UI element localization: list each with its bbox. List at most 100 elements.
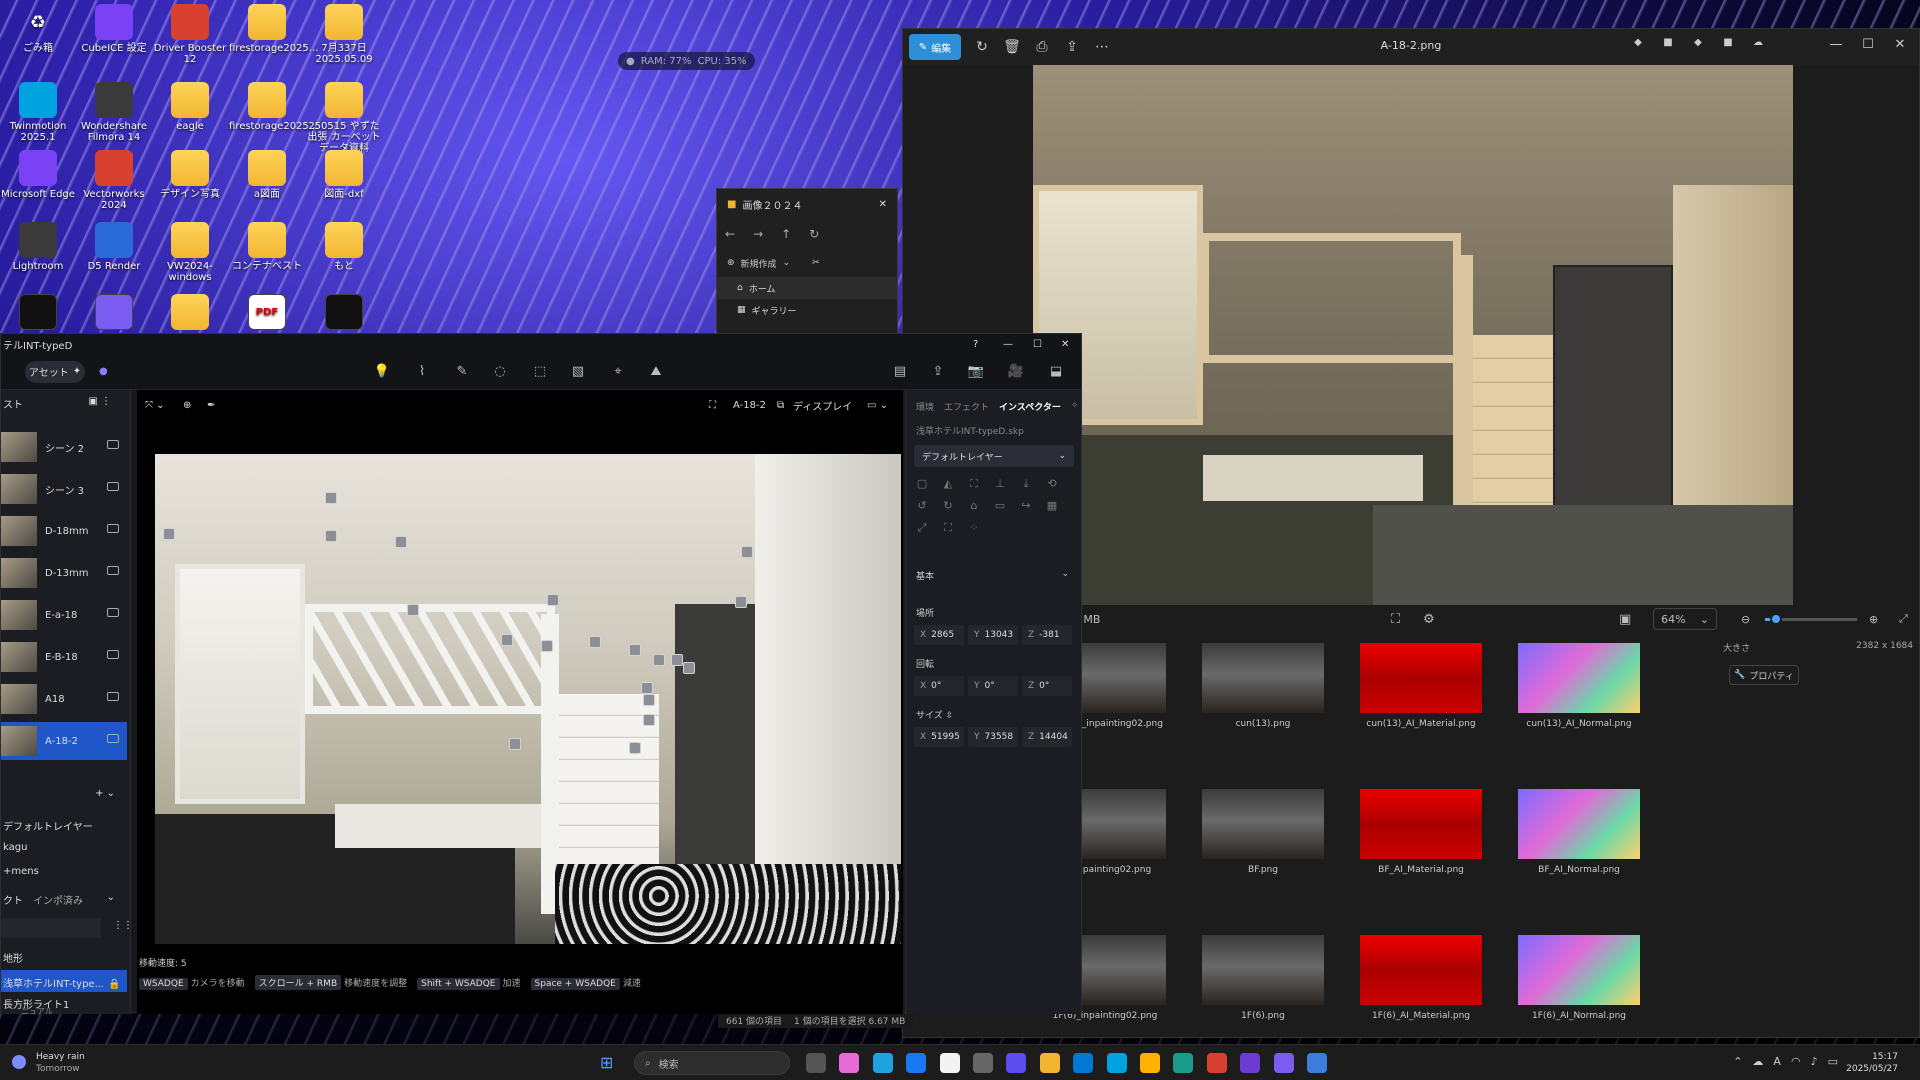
light-handle-icon[interactable]: [589, 636, 601, 648]
light-handle-icon[interactable]: [547, 594, 559, 606]
taskbar-app-icon[interactable]: [872, 1053, 893, 1073]
share-button[interactable]: ⇪: [1057, 34, 1087, 60]
light-handle-icon[interactable]: [653, 654, 665, 666]
tab-inspector[interactable]: インスペクター: [999, 400, 1061, 413]
zoom-slider[interactable]: [1765, 613, 1857, 625]
display-button[interactable]: ディスプレイ: [793, 398, 852, 413]
file-thumbnail[interactable]: 1F(6)_AI_Normal.png: [1517, 935, 1641, 1021]
taskbar-app-icon[interactable]: [1307, 1053, 1327, 1073]
light-handle-icon[interactable]: [541, 640, 553, 652]
clipchamp-icon[interactable]: ◆: [1683, 37, 1713, 48]
desktop-icon[interactable]: Lightroom: [0, 222, 76, 272]
size-y-field[interactable]: Y 73558: [968, 727, 1018, 747]
desktop-icon[interactable]: Driver Booster 12: [152, 4, 228, 65]
inbox-icon[interactable]: ⬓: [1047, 364, 1065, 382]
desktop-icon[interactable]: D5 Render: [76, 222, 152, 272]
volume-icon[interactable]: ♪: [1811, 1055, 1818, 1068]
size-z-field[interactable]: Z 14404: [1022, 727, 1072, 747]
desktop-icon[interactable]: 250515 やずた出張 カーペットデータ資料: [306, 82, 382, 154]
close-button[interactable]: ✕: [1885, 37, 1915, 52]
render-preview[interactable]: [155, 454, 901, 944]
maximize-button[interactable]: ☐: [1853, 37, 1883, 52]
expand-icon[interactable]: ⤢: [1899, 612, 1908, 626]
file-thumbnail[interactable]: BF_AI_Normal.png: [1517, 789, 1641, 875]
light-handle-icon[interactable]: [629, 742, 641, 754]
taskbar-app-icon[interactable]: [1173, 1053, 1194, 1073]
back-icon[interactable]: ←: [725, 227, 735, 241]
camera-icon[interactable]: [107, 482, 119, 491]
rotate-button[interactable]: ↻: [967, 34, 997, 60]
minimize-button[interactable]: —: [1003, 339, 1013, 350]
light-handle-icon[interactable]: [629, 644, 641, 656]
add-scene-icon[interactable]: ▣ ⋮: [88, 396, 111, 407]
export-icon[interactable]: ⇪: [929, 364, 947, 382]
desktop-icon[interactable]: CubeICE 設定: [76, 4, 152, 54]
fit-icon[interactable]: ⛶: [1391, 612, 1400, 627]
nav-item-gallery[interactable]: ▦ ギャラリー: [717, 299, 897, 321]
photo-viewer-image[interactable]: [1033, 65, 1793, 605]
desktop-icon[interactable]: Twinmotion 2025.1: [0, 82, 76, 143]
frame-icon[interactable]: ⛶: [940, 521, 956, 537]
group-icon[interactable]: ▦: [1044, 499, 1060, 515]
lock-ratio-icon[interactable]: ⇳: [946, 711, 954, 721]
desktop-icon[interactable]: [0, 294, 76, 333]
taskbar-app-icon[interactable]: [1240, 1053, 1261, 1073]
new-button[interactable]: ⊕ 新規作成 ⌄ ✂: [717, 249, 897, 277]
desktop-icon[interactable]: eagle: [152, 82, 228, 132]
layer-item[interactable]: kagu: [1, 842, 127, 853]
desktop-icon[interactable]: firestorage2025...: [229, 4, 318, 54]
position-z-field[interactable]: Z -381: [1022, 625, 1072, 645]
desktop-icon[interactable]: firestorage2025...: [229, 82, 318, 132]
scene-item[interactable]: E-B-18: [1, 638, 127, 676]
light-handle-icon[interactable]: [501, 634, 513, 646]
taskbar-app-icon[interactable]: [1006, 1053, 1027, 1073]
desktop-icon[interactable]: VW2024-windows: [152, 222, 228, 283]
desktop-icon[interactable]: a図面: [229, 150, 305, 200]
ime-icon[interactable]: A: [1773, 1055, 1781, 1068]
properties-button[interactable]: 🔧 プロパティ: [1729, 665, 1799, 685]
undo-icon[interactable]: ↺: [914, 499, 930, 515]
light-handle-icon[interactable]: [509, 738, 521, 750]
battery-icon[interactable]: ▭: [1828, 1055, 1838, 1068]
tab-effects[interactable]: エフェクト: [944, 400, 989, 413]
zoom-in-icon[interactable]: ⊕: [1869, 613, 1878, 626]
light-handle-icon[interactable]: [163, 528, 175, 540]
scene-item[interactable]: D-13mm: [1, 554, 127, 592]
camera-icon[interactable]: [107, 650, 119, 659]
zoom-slider-knob[interactable]: [1770, 613, 1783, 625]
file-thumbnail[interactable]: 1F(6).png: [1201, 935, 1325, 1021]
light-handle-icon[interactable]: [325, 492, 337, 504]
folder-icon[interactable]: ▭: [992, 499, 1008, 515]
cut-icon[interactable]: ✂: [812, 258, 820, 268]
more-button[interactable]: ⋯: [1087, 34, 1117, 60]
file-thumbnail[interactable]: BF_AI_Material.png: [1359, 789, 1483, 875]
house-icon[interactable]: ⌂: [966, 499, 982, 515]
layer-dropdown[interactable]: デフォルトレイヤー ⌄: [914, 445, 1074, 467]
camera-icon[interactable]: [107, 524, 119, 533]
scatter-icon[interactable]: ▧: [569, 364, 587, 382]
ai-orb-icon[interactable]: ●: [99, 366, 108, 377]
taskbar-app-icon[interactable]: [1206, 1053, 1227, 1073]
lock-icon[interactable]: 🔒: [108, 979, 120, 990]
size-x-field[interactable]: X 51995: [914, 727, 964, 747]
search-input[interactable]: ⌕ 検索: [634, 1051, 790, 1075]
desktop-icon[interactable]: 7月337日 2025.05.09: [306, 4, 382, 65]
camera-icon[interactable]: [107, 566, 119, 575]
desktop-icon[interactable]: Microsoft Edge: [0, 150, 76, 200]
magic-icon[interactable]: ✧: [1071, 401, 1079, 411]
taskbar-app-icon[interactable]: [1039, 1053, 1060, 1073]
taskbar-app-icon[interactable]: [1073, 1053, 1094, 1073]
refresh-icon[interactable]: ↻: [809, 227, 819, 241]
desktop-icon[interactable]: コンテナベスト: [229, 222, 305, 272]
taskbar-app-icon[interactable]: [839, 1053, 860, 1073]
rotation-z-field[interactable]: Z 0°: [1022, 676, 1072, 696]
taskbar-app-icon[interactable]: [973, 1053, 993, 1073]
globe-icon[interactable]: ⊕: [183, 400, 191, 411]
share-icon[interactable]: ↪: [1018, 499, 1034, 515]
up-icon[interactable]: ↑: [781, 227, 791, 241]
scatter-icon[interactable]: ⁘: [966, 521, 982, 537]
view-mode-icon[interactable]: ▭ ⌄: [867, 400, 888, 411]
rotation-y-field[interactable]: Y 0°: [968, 676, 1018, 696]
water-icon[interactable]: ◌: [491, 364, 509, 382]
scene-item[interactable]: E-a-18: [1, 596, 127, 634]
